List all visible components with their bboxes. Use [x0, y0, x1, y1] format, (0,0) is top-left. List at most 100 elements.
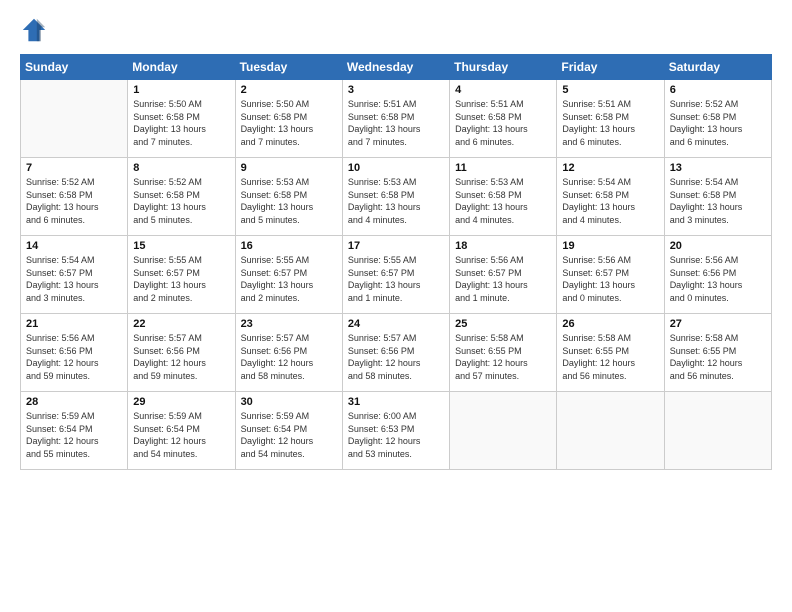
- col-header-saturday: Saturday: [664, 55, 771, 80]
- cell-info: Sunrise: 5:52 AMSunset: 6:58 PMDaylight:…: [26, 176, 122, 226]
- calendar-week-row: 14 Sunrise: 5:54 AMSunset: 6:57 PMDayligh…: [21, 236, 772, 314]
- day-number: 19: [562, 240, 658, 252]
- calendar-cell: 15 Sunrise: 5:55 AMSunset: 6:57 PMDayligh…: [128, 236, 235, 314]
- cell-info: Sunrise: 5:55 AMSunset: 6:57 PMDaylight:…: [241, 254, 337, 304]
- calendar-table: SundayMondayTuesdayWednesdayThursdayFrid…: [20, 54, 772, 470]
- day-number: 13: [670, 162, 766, 174]
- calendar-cell: 19 Sunrise: 5:56 AMSunset: 6:57 PMDayligh…: [557, 236, 664, 314]
- cell-info: Sunrise: 5:57 AMSunset: 6:56 PMDaylight:…: [133, 332, 229, 382]
- calendar-week-row: 28Sunrise: 5:59 AMSunset: 6:54 PMDayligh…: [21, 392, 772, 470]
- cell-info: Sunrise: 6:00 AMSunset: 6:53 PMDaylight:…: [348, 410, 444, 460]
- cell-info: Sunrise: 5:56 AMSunset: 6:56 PMDaylight:…: [670, 254, 766, 304]
- calendar-cell: 21 Sunrise: 5:56 AMSunset: 6:56 PMDayligh…: [21, 314, 128, 392]
- day-number: 11: [455, 162, 551, 174]
- calendar-cell: 4 Sunrise: 5:51 AMSunset: 6:58 PMDaylight…: [450, 80, 557, 158]
- calendar-cell: 29 Sunrise: 5:59 AMSunset: 6:54 PMDayligh…: [128, 392, 235, 470]
- cell-info: Sunrise: 5:53 AMSunset: 6:58 PMDaylight:…: [241, 176, 337, 226]
- cell-info: Sunrise: 5:52 AMSunset: 6:58 PMDaylight:…: [670, 98, 766, 148]
- calendar-cell: 10 Sunrise: 5:53 AMSunset: 6:58 PMDayligh…: [342, 158, 449, 236]
- day-number: 12: [562, 162, 658, 174]
- cell-info: Sunrise: 5:58 AMSunset: 6:55 PMDaylight:…: [455, 332, 551, 382]
- day-number: 25: [455, 318, 551, 330]
- day-number: 4: [455, 84, 551, 96]
- cell-info: Sunrise: 5:55 AMSunset: 6:57 PMDaylight:…: [133, 254, 229, 304]
- cell-info: Sunrise: 5:55 AMSunset: 6:57 PMDaylight:…: [348, 254, 444, 304]
- day-number: 8: [133, 162, 229, 174]
- calendar-cell: [664, 392, 771, 470]
- logo: [20, 16, 52, 44]
- day-number: 27: [670, 318, 766, 330]
- calendar-cell: 25 Sunrise: 5:58 AMSunset: 6:55 PMDayligh…: [450, 314, 557, 392]
- header: [20, 16, 772, 44]
- calendar-header-row: SundayMondayTuesdayWednesdayThursdayFrid…: [21, 55, 772, 80]
- cell-info: Sunrise: 5:56 AMSunset: 6:56 PMDaylight:…: [26, 332, 122, 382]
- calendar-cell: 27 Sunrise: 5:58 AMSunset: 6:55 PMDayligh…: [664, 314, 771, 392]
- cell-info: Sunrise: 5:56 AMSunset: 6:57 PMDaylight:…: [455, 254, 551, 304]
- day-number: 21: [26, 318, 122, 330]
- day-number: 15: [133, 240, 229, 252]
- day-number: 31: [348, 396, 444, 408]
- calendar-cell: 8 Sunrise: 5:52 AMSunset: 6:58 PMDaylight…: [128, 158, 235, 236]
- day-number: 30: [241, 396, 337, 408]
- cell-info: Sunrise: 5:53 AMSunset: 6:58 PMDaylight:…: [455, 176, 551, 226]
- calendar-cell: 12 Sunrise: 5:54 AMSunset: 6:58 PMDayligh…: [557, 158, 664, 236]
- cell-info: Sunrise: 5:57 AMSunset: 6:56 PMDaylight:…: [241, 332, 337, 382]
- day-number: 9: [241, 162, 337, 174]
- day-number: 1: [133, 84, 229, 96]
- day-number: 6: [670, 84, 766, 96]
- calendar-week-row: 21 Sunrise: 5:56 AMSunset: 6:56 PMDayligh…: [21, 314, 772, 392]
- day-number: 17: [348, 240, 444, 252]
- cell-info: Sunrise: 5:57 AMSunset: 6:56 PMDaylight:…: [348, 332, 444, 382]
- day-number: 29: [133, 396, 229, 408]
- cell-info: Sunrise: 5:51 AMSunset: 6:58 PMDaylight:…: [455, 98, 551, 148]
- calendar-cell: [557, 392, 664, 470]
- col-header-thursday: Thursday: [450, 55, 557, 80]
- cell-info: Sunrise: 5:58 AMSunset: 6:55 PMDaylight:…: [670, 332, 766, 382]
- cell-info: Sunrise: 5:50 AMSunset: 6:58 PMDaylight:…: [133, 98, 229, 148]
- calendar-cell: 3Sunrise: 5:51 AMSunset: 6:58 PMDaylight…: [342, 80, 449, 158]
- cell-info: Sunrise: 5:51 AMSunset: 6:58 PMDaylight:…: [562, 98, 658, 148]
- calendar-cell: 24 Sunrise: 5:57 AMSunset: 6:56 PMDayligh…: [342, 314, 449, 392]
- page: SundayMondayTuesdayWednesdayThursdayFrid…: [0, 0, 792, 612]
- day-number: 14: [26, 240, 122, 252]
- day-number: 18: [455, 240, 551, 252]
- calendar-week-row: 1 Sunrise: 5:50 AMSunset: 6:58 PMDaylight…: [21, 80, 772, 158]
- day-number: 2: [241, 84, 337, 96]
- day-number: 23: [241, 318, 337, 330]
- day-number: 26: [562, 318, 658, 330]
- cell-info: Sunrise: 5:56 AMSunset: 6:57 PMDaylight:…: [562, 254, 658, 304]
- col-header-tuesday: Tuesday: [235, 55, 342, 80]
- calendar-cell: 31 Sunrise: 6:00 AMSunset: 6:53 PMDayligh…: [342, 392, 449, 470]
- cell-info: Sunrise: 5:59 AMSunset: 6:54 PMDaylight:…: [26, 410, 122, 460]
- cell-info: Sunrise: 5:52 AMSunset: 6:58 PMDaylight:…: [133, 176, 229, 226]
- col-header-monday: Monday: [128, 55, 235, 80]
- calendar-cell: 30Sunrise: 5:59 AMSunset: 6:54 PMDayligh…: [235, 392, 342, 470]
- col-header-sunday: Sunday: [21, 55, 128, 80]
- cell-info: Sunrise: 5:58 AMSunset: 6:55 PMDaylight:…: [562, 332, 658, 382]
- day-number: 10: [348, 162, 444, 174]
- day-number: 20: [670, 240, 766, 252]
- calendar-cell: 22Sunrise: 5:57 AMSunset: 6:56 PMDayligh…: [128, 314, 235, 392]
- calendar-cell: 6 Sunrise: 5:52 AMSunset: 6:58 PMDaylight…: [664, 80, 771, 158]
- cell-info: Sunrise: 5:54 AMSunset: 6:57 PMDaylight:…: [26, 254, 122, 304]
- calendar-cell: 20 Sunrise: 5:56 AMSunset: 6:56 PMDayligh…: [664, 236, 771, 314]
- calendar-week-row: 7 Sunrise: 5:52 AMSunset: 6:58 PMDaylight…: [21, 158, 772, 236]
- cell-info: Sunrise: 5:50 AMSunset: 6:58 PMDaylight:…: [241, 98, 337, 148]
- logo-icon: [20, 16, 48, 44]
- cell-info: Sunrise: 5:59 AMSunset: 6:54 PMDaylight:…: [133, 410, 229, 460]
- day-number: 7: [26, 162, 122, 174]
- cell-info: Sunrise: 5:54 AMSunset: 6:58 PMDaylight:…: [562, 176, 658, 226]
- calendar-cell: 11 Sunrise: 5:53 AMSunset: 6:58 PMDayligh…: [450, 158, 557, 236]
- calendar-cell: [450, 392, 557, 470]
- calendar-cell: 13Sunrise: 5:54 AMSunset: 6:58 PMDayligh…: [664, 158, 771, 236]
- calendar-cell: 14 Sunrise: 5:54 AMSunset: 6:57 PMDayligh…: [21, 236, 128, 314]
- calendar-cell: 28Sunrise: 5:59 AMSunset: 6:54 PMDayligh…: [21, 392, 128, 470]
- col-header-wednesday: Wednesday: [342, 55, 449, 80]
- day-number: 24: [348, 318, 444, 330]
- calendar-cell: 2 Sunrise: 5:50 AMSunset: 6:58 PMDaylight…: [235, 80, 342, 158]
- calendar-cell: 23 Sunrise: 5:57 AMSunset: 6:56 PMDayligh…: [235, 314, 342, 392]
- cell-info: Sunrise: 5:53 AMSunset: 6:58 PMDaylight:…: [348, 176, 444, 226]
- day-number: 3: [348, 84, 444, 96]
- calendar-cell: 5Sunrise: 5:51 AMSunset: 6:58 PMDaylight…: [557, 80, 664, 158]
- calendar-cell: 1 Sunrise: 5:50 AMSunset: 6:58 PMDaylight…: [128, 80, 235, 158]
